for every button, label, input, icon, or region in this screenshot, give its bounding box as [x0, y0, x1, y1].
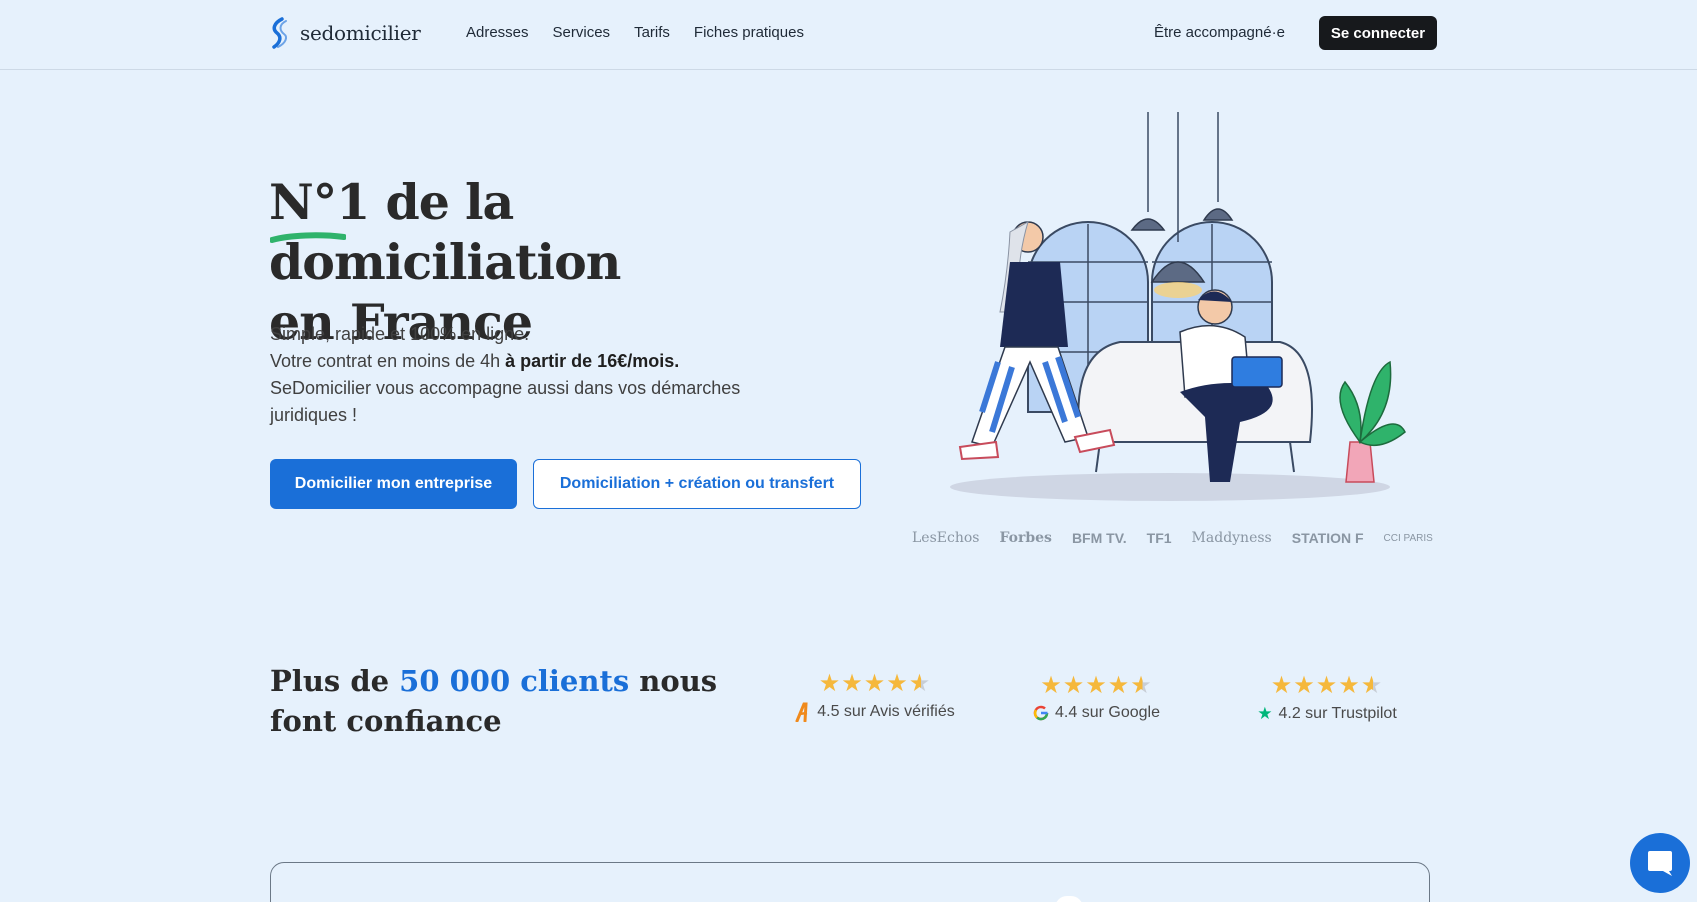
press-logos: LesEchos Forbes BFM TV. TF1 Maddyness ST…: [912, 530, 1433, 546]
rating-label-row: ★ 4.2 sur Trustpilot: [1242, 704, 1412, 724]
hero-description: Simple, rapide et 100% en ligne. Votre c…: [270, 321, 810, 429]
bottom-card: [270, 862, 1430, 902]
menu-item-services[interactable]: Services: [553, 24, 611, 41]
logo-icon: [272, 17, 287, 49]
hero-text-line2: Votre contrat en moins de 4h à partir de…: [270, 348, 810, 375]
star-half: ★: [1360, 672, 1384, 699]
hero-text-line3: SeDomicilier vous accompagne aussi dans …: [270, 378, 741, 425]
google-icon: [1033, 705, 1049, 721]
star-half: ★: [1130, 672, 1153, 699]
rating-google[interactable]: ★★★★★ 4.4 sur Google: [1004, 671, 1189, 722]
press-logo-tf1: TF1: [1146, 530, 1172, 546]
hero-price: à partir de 16€/mois.: [505, 351, 680, 371]
trustpilot-icon: ★: [1257, 704, 1273, 723]
press-logo-bfmtv: BFM TV.: [1071, 530, 1127, 546]
press-logo-cci-paris: CCI PARIS: [1383, 532, 1433, 544]
menu-item-tarifs[interactable]: Tarifs: [634, 24, 670, 41]
logo[interactable]: sedomicilier: [268, 17, 421, 49]
stars-google: ★★★★★: [1004, 671, 1189, 700]
chat-button[interactable]: [1630, 833, 1690, 893]
press-logo-stationf: STATION F: [1291, 530, 1364, 546]
hero-text-line2-a: Votre contrat en moins de 4h: [270, 351, 506, 371]
domiciliation-creation-button[interactable]: Domiciliation + création ou transfert: [533, 459, 861, 509]
rating-label-google: 4.4 sur Google: [1055, 704, 1160, 721]
domicilier-button[interactable]: Domicilier mon entreprise: [270, 459, 517, 509]
connect-button[interactable]: Se connecter: [1319, 16, 1437, 50]
top-nav: sedomicilier Adresses Services Tarifs Fi…: [0, 0, 1697, 70]
press-logo-forbes: Forbes: [999, 530, 1052, 546]
logo-text: sedomicilier: [300, 21, 421, 45]
avis-verifies-icon: [795, 702, 808, 722]
stars-full: ★★★★: [1040, 672, 1131, 699]
rating-trustpilot[interactable]: ★★★★★ ★ 4.2 sur Trustpilot: [1242, 671, 1412, 724]
press-logo-maddyness: Maddyness: [1191, 530, 1272, 546]
stars-trustpilot: ★★★★★: [1242, 671, 1412, 700]
rating-avis-verifies[interactable]: ★★★★★ 4.5 sur Avis vérifiés: [775, 669, 975, 722]
trust-title: Plus de 50 000 clients nous font confian…: [270, 661, 730, 741]
rating-label-row: 4.5 sur Avis vérifiés: [775, 702, 975, 722]
menu-item-fiches-pratiques[interactable]: Fiches pratiques: [694, 24, 804, 41]
hero-illustration: [950, 112, 1406, 501]
press-logo-lesechos: LesEchos: [912, 530, 980, 546]
rating-label-avis-verifies: 4.5 sur Avis vérifiés: [817, 703, 955, 720]
main-menu: Adresses Services Tarifs Fiches pratique…: [466, 24, 804, 41]
hero-text-line1: Simple, rapide et 100% en ligne.: [270, 324, 530, 344]
menu-item-adresses[interactable]: Adresses: [466, 24, 529, 41]
rating-label-row: 4.4 sur Google: [1004, 704, 1189, 722]
chat-bubble-icon: [1648, 851, 1672, 876]
rating-label-trustpilot: 4.2 sur Trustpilot: [1278, 705, 1397, 722]
trust-title-a: Plus de: [270, 664, 400, 698]
accompany-link[interactable]: Être accompagné·e: [1154, 24, 1285, 41]
green-swash-decoration: [270, 232, 346, 243]
stars-full: ★★★★: [818, 670, 909, 697]
trust-title-highlight: 50 000 clients: [399, 664, 630, 698]
star-half: ★: [908, 670, 932, 697]
stars-avis-verifies: ★★★★★: [775, 669, 975, 698]
stars-full: ★★★★: [1270, 672, 1361, 699]
